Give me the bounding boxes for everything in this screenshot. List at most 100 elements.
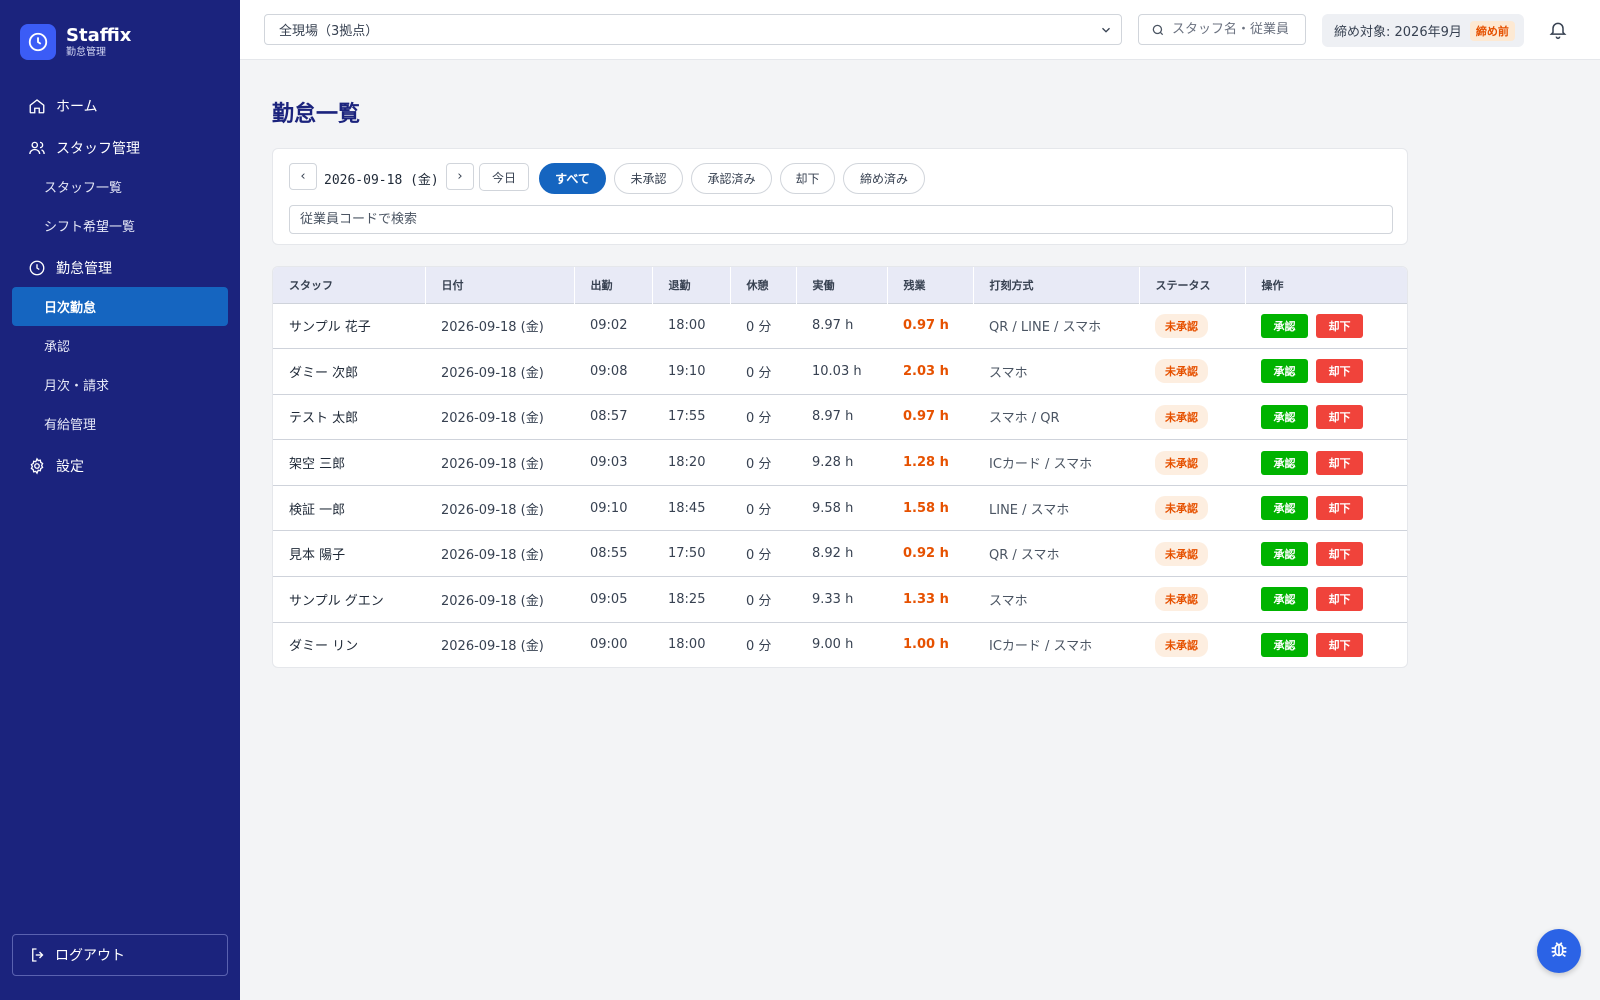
cell-clock-out: 18:45 (668, 500, 706, 516)
cell-staff[interactable]: ダミー 次郎 (273, 349, 425, 395)
status-badge: 未承認 (1155, 541, 1208, 566)
today-button[interactable]: 今日 (479, 163, 529, 191)
cell-actions: 承認 却下 (1245, 485, 1407, 531)
table-row: 架空 三郎 2026-09-18 (金) 09:03 18:20 0 分 9.28 h 1.… (273, 439, 1407, 486)
status-badge: 未承認 (1155, 587, 1208, 612)
staff-search (1138, 14, 1306, 45)
brand-name: Staffix (66, 24, 132, 46)
cell-punch-method: スマホ (989, 593, 1028, 609)
cell-staff[interactable]: サンプル グエン (273, 577, 425, 623)
cell-break: 0 分 (746, 457, 772, 473)
table-row: 検証 一郎 2026-09-18 (金) 09:10 18:45 0 分 9.58 h 1.… (273, 485, 1407, 531)
employee-code-search-input[interactable] (289, 205, 1393, 234)
table-header-row: スタッフ 日付 出勤 退勤 休憩 実働 残業 打刻方式 ステータス 操作 (273, 267, 1407, 303)
sidebar-item-settings[interactable]: 設定 (12, 446, 228, 485)
sidebar-item-monthly-billing[interactable]: 月次・請求 (12, 365, 228, 404)
cell-punch-method: QR / スマホ (989, 548, 1060, 564)
cell-staff[interactable]: サンプル 花子 (273, 303, 425, 349)
cell-clock-in: 09:02 (590, 318, 628, 334)
tab-approved[interactable]: 承認済み (691, 163, 772, 194)
approve-button[interactable]: 承認 (1261, 496, 1308, 521)
next-date-button[interactable]: › (446, 163, 474, 190)
cell-clock-in: 09:10 (590, 500, 628, 516)
cell-staff[interactable]: 見本 陽子 (273, 531, 425, 577)
reject-button[interactable]: 却下 (1316, 404, 1363, 429)
reject-button[interactable]: 却下 (1316, 496, 1363, 521)
staff-search-input[interactable] (1172, 22, 1288, 37)
sidebar-nav: ホーム スタッフ管理 スタッフ一覧 シフト希望一覧 勤怠管理 日次勤怠 承認 月… (12, 86, 228, 485)
sidebar-item-home[interactable]: ホーム (12, 86, 228, 125)
sidebar-item-daily-attendance[interactable]: 日次勤怠 (12, 287, 228, 326)
cell-punch-method: スマホ (989, 365, 1028, 381)
cell-date: 2026-09-18 (金) (441, 320, 544, 336)
table-row: 見本 陽子 2026-09-18 (金) 08:55 17:50 0 分 8.92 h 0.… (273, 530, 1407, 577)
approve-button[interactable]: 承認 (1261, 404, 1308, 429)
topbar: 全現場（3拠点） 締め対象: 2026年9月 締め前 (240, 0, 1600, 60)
cell-status: 未承認 (1139, 394, 1245, 440)
reject-button[interactable]: 却下 (1316, 587, 1363, 612)
cell-status: 未承認 (1139, 440, 1245, 486)
sidebar-item-approval[interactable]: 承認 (12, 326, 228, 365)
bug-report-button[interactable] (1537, 929, 1581, 973)
prev-date-button[interactable]: ‹ (289, 163, 317, 190)
approve-button[interactable]: 承認 (1261, 450, 1308, 475)
cell-staff[interactable]: 架空 三郎 (273, 440, 425, 486)
cell-break: 0 分 (746, 411, 772, 427)
header-clock-in: 出勤 (574, 267, 653, 303)
cell-work-hours: 8.97 h (812, 318, 854, 334)
table-row: テスト 太郎 2026-09-18 (金) 08:57 17:55 0 分 8.97 h 0… (273, 394, 1407, 440)
approve-button[interactable]: 承認 (1261, 313, 1308, 338)
reject-button[interactable]: 却下 (1316, 541, 1363, 566)
header-staff: スタッフ (273, 267, 426, 303)
cell-date: 2026-09-18 (金) (441, 593, 544, 609)
cell-clock-out: 17:50 (668, 546, 706, 562)
cell-staff[interactable]: ダミー リン (273, 622, 425, 667)
site-select[interactable]: 全現場（3拠点） (264, 14, 1122, 45)
sidebar-item-shift-requests[interactable]: シフト希望一覧 (12, 206, 228, 245)
approve-button[interactable]: 承認 (1261, 359, 1308, 384)
table-row: サンプル 花子 2026-09-18 (金) 09:02 18:00 0 分 8.97 h… (273, 303, 1407, 349)
header-clock-out: 退勤 (652, 267, 731, 303)
logout-button[interactable]: ログアウト (12, 934, 228, 976)
sidebar-item-staff-management[interactable]: スタッフ管理 (12, 128, 228, 167)
sidebar-item-staff-list[interactable]: スタッフ一覧 (12, 167, 228, 206)
sidebar-item-paid-leave[interactable]: 有給管理 (12, 404, 228, 443)
bell-icon[interactable] (1548, 20, 1568, 40)
cell-punch-method: ICカード / スマホ (989, 457, 1093, 473)
reject-button[interactable]: 却下 (1316, 359, 1363, 384)
reject-button[interactable]: 却下 (1316, 632, 1363, 657)
brand[interactable]: Staffix 勤怠管理 (20, 24, 131, 60)
home-icon (28, 97, 46, 115)
cell-actions: 承認 却下 (1245, 394, 1407, 440)
status-badge: 未承認 (1155, 359, 1208, 384)
cell-actions: 承認 却下 (1245, 531, 1407, 577)
status-badge: 未承認 (1155, 404, 1208, 429)
cell-date: 2026-09-18 (金) (441, 548, 544, 564)
sidebar-item-label: 設定 (56, 458, 84, 475)
cell-clock-out: 18:25 (668, 591, 706, 607)
cell-staff[interactable]: 検証 一郎 (273, 485, 425, 531)
filter-card: ‹ 2026-09-18 (金) › 今日 すべて 未承認 承認済み 却下 締め… (272, 148, 1408, 245)
tab-closed[interactable]: 締め済み (843, 163, 925, 194)
cell-work-hours: 9.00 h (812, 637, 854, 653)
cell-clock-out: 17:55 (668, 409, 706, 425)
status-badge: 未承認 (1155, 632, 1208, 657)
reject-button[interactable]: 却下 (1316, 313, 1363, 338)
cell-punch-method: スマホ / QR (989, 411, 1060, 427)
header-overtime: 残業 (887, 267, 974, 303)
sidebar-item-label: スタッフ管理 (56, 140, 140, 157)
sidebar-item-label: スタッフ一覧 (44, 181, 123, 196)
tab-all[interactable]: すべて (539, 163, 606, 194)
reject-button[interactable]: 却下 (1316, 450, 1363, 475)
brand-subtitle: 勤怠管理 (66, 46, 106, 58)
tab-unapproved[interactable]: 未承認 (614, 163, 683, 194)
approve-button[interactable]: 承認 (1261, 587, 1308, 612)
cell-staff[interactable]: テスト 太郎 (273, 394, 425, 440)
tab-rejected[interactable]: 却下 (780, 163, 835, 194)
cell-clock-out: 18:20 (668, 455, 706, 471)
cell-overtime: 0.97 h (903, 318, 949, 334)
header-status: ステータス (1139, 267, 1246, 303)
approve-button[interactable]: 承認 (1261, 632, 1308, 657)
sidebar-item-attendance-management[interactable]: 勤怠管理 (12, 248, 228, 287)
approve-button[interactable]: 承認 (1261, 541, 1308, 566)
